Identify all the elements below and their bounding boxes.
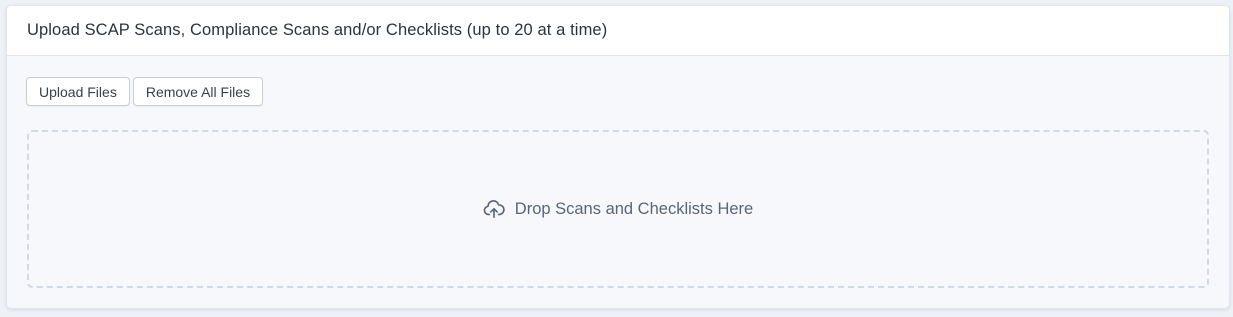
panel-title: Upload SCAP Scans, Compliance Scans and/… xyxy=(27,21,608,39)
upload-panel: Upload SCAP Scans, Compliance Scans and/… xyxy=(6,5,1230,309)
dropzone-text: Drop Scans and Checklists Here xyxy=(514,199,754,218)
upload-toolbar: Upload Files Remove All Files xyxy=(26,77,264,106)
upload-files-button[interactable]: Upload Files xyxy=(26,77,130,106)
panel-header: Upload SCAP Scans, Compliance Scans and/… xyxy=(7,6,1229,56)
remove-all-files-button[interactable]: Remove All Files xyxy=(132,77,264,106)
file-dropzone[interactable]: Drop Scans and Checklists Here xyxy=(27,130,1209,288)
cloud-upload-icon xyxy=(483,199,505,219)
